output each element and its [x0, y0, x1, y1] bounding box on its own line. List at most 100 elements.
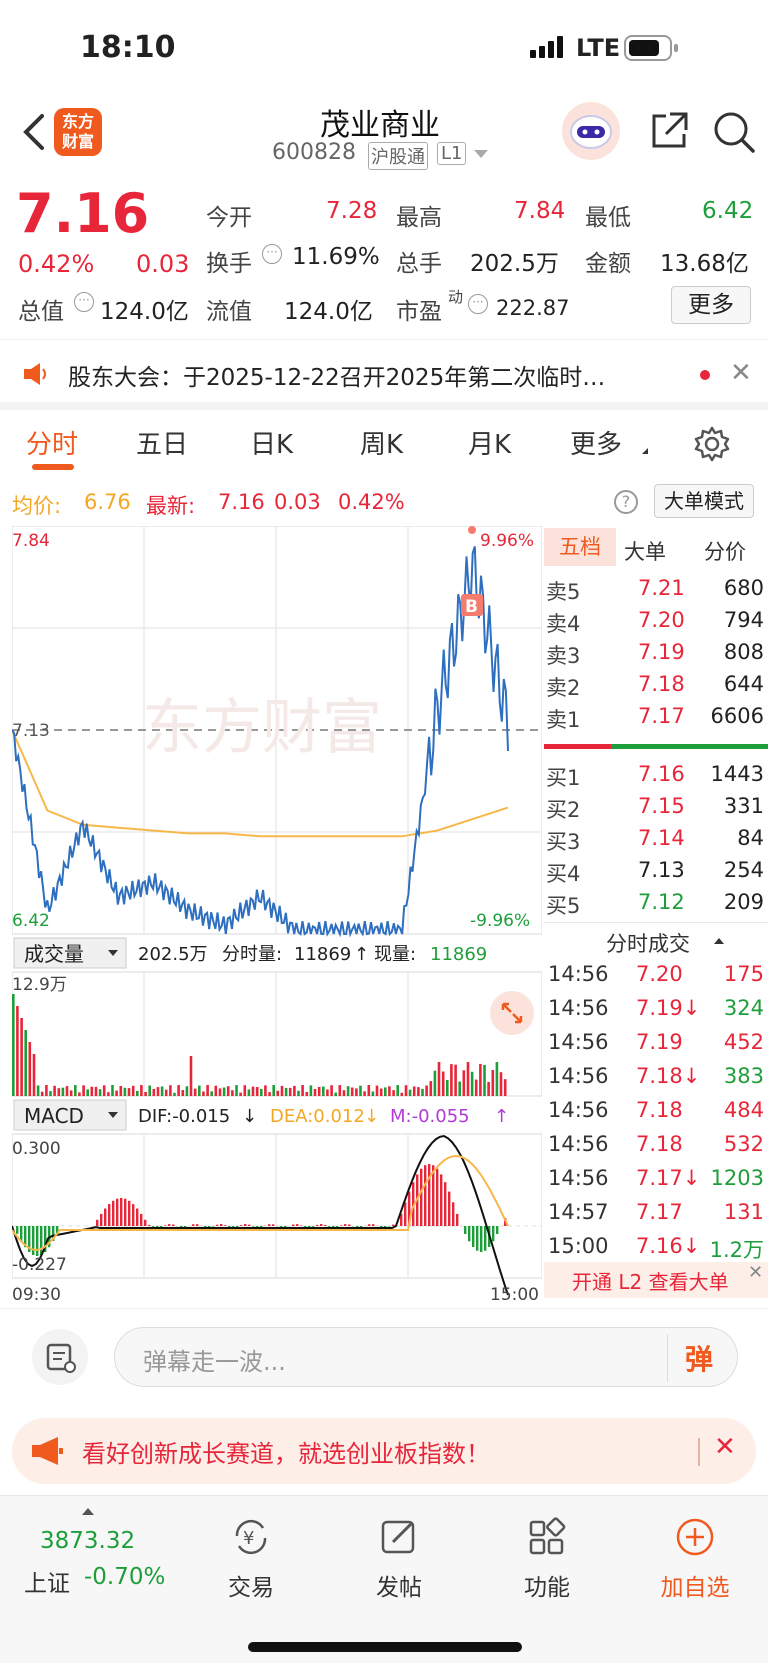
- volume-bar: [342, 1090, 346, 1096]
- info-icon[interactable]: ···: [74, 292, 94, 312]
- tab-weekly-k[interactable]: 周K: [360, 424, 403, 461]
- volume-bar: [276, 1090, 280, 1096]
- volume-min: 11869: [294, 944, 351, 965]
- search-icon[interactable]: [712, 110, 756, 158]
- trade-time: 14:56: [548, 1166, 609, 1190]
- bid-row: 买3 7.14 84: [544, 824, 768, 856]
- bid-volume: 1443: [710, 762, 764, 786]
- nav-functions[interactable]: 功能: [492, 1516, 602, 1602]
- back-icon[interactable]: [18, 110, 48, 158]
- tab-five-day[interactable]: 五日: [136, 424, 188, 461]
- gear-icon[interactable]: [694, 426, 730, 466]
- promo-text: 看好创新成长赛道，就选创业板指数！: [82, 1440, 490, 1468]
- low-label: 最低: [585, 205, 631, 231]
- volume-bar: [375, 1085, 379, 1096]
- volume-bar: [454, 1064, 457, 1096]
- low-value: 6.42: [702, 198, 754, 224]
- tab-intraday[interactable]: 分时: [26, 424, 78, 461]
- arrow-up-icon: ↑: [354, 944, 369, 965]
- macd-bar: [464, 1226, 467, 1234]
- macd-bar: [320, 1224, 323, 1226]
- volume-bar: [123, 1087, 127, 1096]
- danmu-input[interactable]: 弹幕走一波... 弹: [114, 1327, 738, 1387]
- volume-bar: [57, 1088, 61, 1096]
- close-icon[interactable]: ✕: [748, 1262, 763, 1283]
- volume-bar: [412, 1086, 416, 1096]
- trade-volume: 383: [723, 1064, 764, 1088]
- big-order-mode-button[interactable]: 大单模式: [654, 484, 754, 518]
- tab-big-orders[interactable]: 大单: [624, 536, 666, 566]
- volume-bar: [326, 1089, 329, 1096]
- macd-bar: [132, 1204, 135, 1226]
- info-icon[interactable]: ···: [468, 294, 488, 314]
- caret-up-icon: [82, 1508, 94, 1515]
- promo-banner[interactable]: 看好创新成长赛道，就选创业板指数！ ✕: [12, 1418, 756, 1484]
- volume-bar: [313, 1089, 317, 1096]
- index-widget[interactable]: 3873.32 上证 -0.70%: [20, 1504, 180, 1604]
- intraday-chart[interactable]: 东方财富 B 7.84 9.96% 7.13 6.42 -9.96% 成交量 2…: [11, 525, 543, 1306]
- tab-more[interactable]: 更多: [570, 424, 622, 461]
- trade-price: 7.19↓: [636, 996, 701, 1020]
- close-icon[interactable]: ✕: [730, 358, 752, 388]
- macd-bar: [496, 1226, 499, 1234]
- close-icon[interactable]: ✕: [714, 1432, 736, 1462]
- network-label: LTE: [576, 34, 621, 62]
- nav-post[interactable]: 发帖: [344, 1516, 454, 1602]
- macd-bar: [116, 1198, 119, 1226]
- trade-price: 7.17↓: [636, 1166, 701, 1190]
- macd-bar: [136, 1208, 139, 1226]
- share-icon[interactable]: [648, 110, 690, 156]
- macd-bar: [456, 1213, 459, 1226]
- volume-bar: [160, 1086, 164, 1096]
- robot-avatar[interactable]: [562, 102, 620, 160]
- volume-bar: [322, 1086, 325, 1096]
- trade-row: 14:56 7.19↓ 324: [544, 994, 768, 1028]
- volume-bar: [28, 1042, 32, 1096]
- quote-panel: 7.16 0.42% 0.03 今开 7.28 最高 7.84 最低 6.42 …: [0, 180, 768, 340]
- more-button[interactable]: 更多: [671, 286, 751, 324]
- tab-five-levels[interactable]: 五档: [544, 528, 616, 566]
- info-icon[interactable]: ···: [262, 244, 282, 264]
- tab-daily-k[interactable]: 日K: [250, 424, 293, 461]
- macd-dif: DIF:-0.015: [138, 1106, 230, 1127]
- expand-button[interactable]: [490, 991, 534, 1035]
- macd-bar: [96, 1219, 99, 1226]
- volume-bar: [446, 1080, 449, 1096]
- help-icon[interactable]: ?: [614, 490, 638, 514]
- stock-code: 600828: [272, 140, 356, 165]
- bid-row: 买5 7.12 209: [544, 888, 768, 920]
- trade-row: 14:56 7.20 175: [544, 960, 768, 994]
- chevron-down-icon[interactable]: [474, 150, 488, 158]
- trade-price: 7.17: [636, 1200, 683, 1224]
- volume-bar: [45, 1085, 48, 1096]
- macd-bar: [220, 1224, 223, 1226]
- danmu-toggle-icon[interactable]: 弹: [685, 1338, 713, 1378]
- tab-price-dist[interactable]: 分价: [704, 536, 746, 566]
- nav-add-watchlist[interactable]: 加自选: [640, 1516, 750, 1602]
- macd-bar: [140, 1213, 143, 1226]
- volume-bar: [474, 1079, 478, 1096]
- current-price: 7.16: [16, 182, 150, 245]
- speaker-icon: [22, 362, 50, 390]
- volume-bar: [400, 1092, 404, 1096]
- note-icon[interactable]: [32, 1329, 88, 1385]
- latest-pct: 0.42%: [338, 490, 405, 514]
- volume-bar: [69, 1090, 73, 1096]
- trade-row: 15:00 7.16↓ 1.2万: [544, 1232, 768, 1266]
- nav-trade[interactable]: ¥ 交易: [196, 1516, 306, 1602]
- volume-bar: [131, 1085, 135, 1096]
- tab-monthly-k[interactable]: 月K: [468, 424, 511, 461]
- ask-label: 卖1: [546, 708, 581, 732]
- macd-bar: [120, 1198, 123, 1226]
- intraday-chart-svg[interactable]: 东方财富 B 7.84 9.96% 7.13 6.42 -9.96% 成交量 2…: [11, 525, 543, 1306]
- notice-bar[interactable]: 股东大会：于2025-12-22召开2025年第二次临时… ✕: [0, 340, 768, 410]
- volume-bar: [309, 1085, 313, 1096]
- l2-banner[interactable]: 开通 L2 查看大单 ✕: [544, 1262, 768, 1298]
- volume-bar: [487, 1081, 490, 1096]
- volume-bar: [499, 1072, 503, 1096]
- macd-bar: [344, 1224, 347, 1226]
- volume-bar: [49, 1091, 52, 1096]
- time-start: 09:30: [12, 1285, 61, 1305]
- volume-bar: [417, 1087, 420, 1096]
- macd-bar: [224, 1225, 227, 1226]
